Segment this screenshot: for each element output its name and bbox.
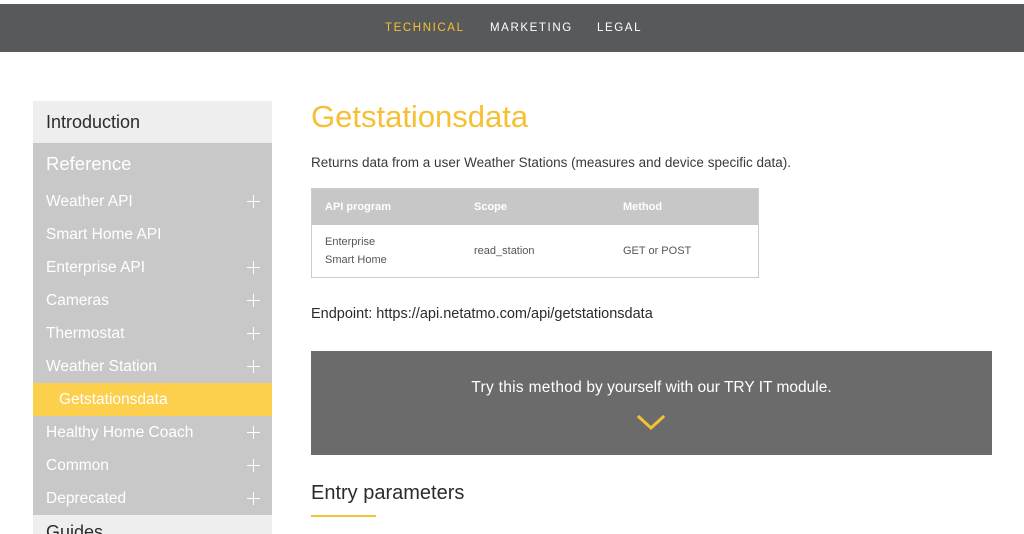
- plus-icon[interactable]: [247, 492, 260, 505]
- plus-icon[interactable]: [247, 459, 260, 472]
- sidebar-guides[interactable]: Guides: [33, 515, 272, 534]
- column-header-scope: Scope: [474, 201, 508, 213]
- plus-icon[interactable]: [247, 294, 260, 307]
- sidebar-item-label: Weather Station: [46, 358, 157, 375]
- try-it-rest: by yourself with our TRY IT module.: [582, 379, 832, 396]
- endpoint-url: Endpoint: https://api.netatmo.com/api/ge…: [311, 306, 653, 322]
- plus-icon[interactable]: [247, 327, 260, 340]
- sidebar-item-weather-station[interactable]: Weather Station: [33, 350, 272, 383]
- sidebar-item-thermostat[interactable]: Thermostat: [33, 317, 272, 350]
- page-description: Returns data from a user Weather Station…: [311, 155, 791, 170]
- sidebar-item-healthy-home-coach[interactable]: Healthy Home Coach: [33, 416, 272, 449]
- page-title: Getstationsdata: [311, 99, 529, 134]
- entry-parameters-heading: Entry parameters: [311, 482, 465, 504]
- cell-program-line2: Smart Home: [325, 254, 387, 266]
- sidebar-reference-group: Reference Weather API Smart Home API Ent…: [33, 143, 272, 515]
- sidebar-item-label: Healthy Home Coach: [46, 424, 194, 441]
- cell-method: GET or POST: [623, 245, 692, 257]
- plus-icon[interactable]: [247, 195, 260, 208]
- sidebar-item-smart-home-api[interactable]: Smart Home API: [33, 218, 272, 251]
- sidebar-item-label: Deprecated: [46, 490, 127, 507]
- sidebar-item-enterprise-api[interactable]: Enterprise API: [33, 251, 272, 284]
- plus-icon[interactable]: [247, 426, 260, 439]
- sidebar-item-getstationsdata[interactable]: Getstationsdata: [33, 383, 272, 416]
- nav-technical[interactable]: TECHNICAL: [385, 4, 465, 52]
- cell-scope: read_station: [474, 245, 535, 257]
- column-header-method: Method: [623, 201, 663, 213]
- plus-icon[interactable]: [247, 360, 260, 373]
- sidebar-item-deprecated[interactable]: Deprecated: [33, 482, 272, 515]
- sidebar-introduction[interactable]: Introduction: [33, 101, 272, 143]
- heading-underline: [311, 515, 376, 517]
- api-info-table: API program Scope Method Enterprise Smar…: [311, 188, 759, 278]
- sidebar-item-cameras[interactable]: Cameras: [33, 284, 272, 317]
- try-it-panel[interactable]: Try this method by yourself with our TRY…: [311, 351, 992, 455]
- chevron-down-icon[interactable]: [637, 415, 665, 431]
- sidebar-item-label: Smart Home API: [46, 226, 162, 243]
- sidebar-item-label: Common: [46, 457, 109, 474]
- sidebar-item-label: Weather API: [46, 193, 133, 210]
- top-navigation: TECHNICAL MARKETING LEGAL: [0, 4, 1024, 52]
- sidebar: Introduction Reference Weather API Smart…: [33, 101, 272, 534]
- sidebar-item-weather-api[interactable]: Weather API: [33, 185, 272, 218]
- sidebar-item-label: Getstationsdata: [59, 391, 168, 408]
- nav-legal[interactable]: LEGAL: [597, 4, 642, 52]
- sidebar-item-label: Thermostat: [46, 325, 125, 342]
- table-header: API program Scope Method: [312, 189, 758, 225]
- nav-marketing[interactable]: MARKETING: [490, 4, 573, 52]
- sidebar-item-label: Cameras: [46, 292, 109, 309]
- sidebar-reference[interactable]: Reference: [33, 143, 272, 185]
- cell-program-line1: Enterprise: [325, 236, 376, 248]
- table-row: Enterprise Smart Home read_station GET o…: [312, 225, 758, 278]
- try-it-strong: Try this method: [471, 379, 583, 396]
- plus-icon[interactable]: [247, 261, 260, 274]
- sidebar-item-common[interactable]: Common: [33, 449, 272, 482]
- sidebar-item-label: Enterprise API: [46, 259, 146, 276]
- column-header-api-program: API program: [325, 201, 392, 213]
- try-it-text: Try this method by yourself with our TRY…: [311, 379, 992, 397]
